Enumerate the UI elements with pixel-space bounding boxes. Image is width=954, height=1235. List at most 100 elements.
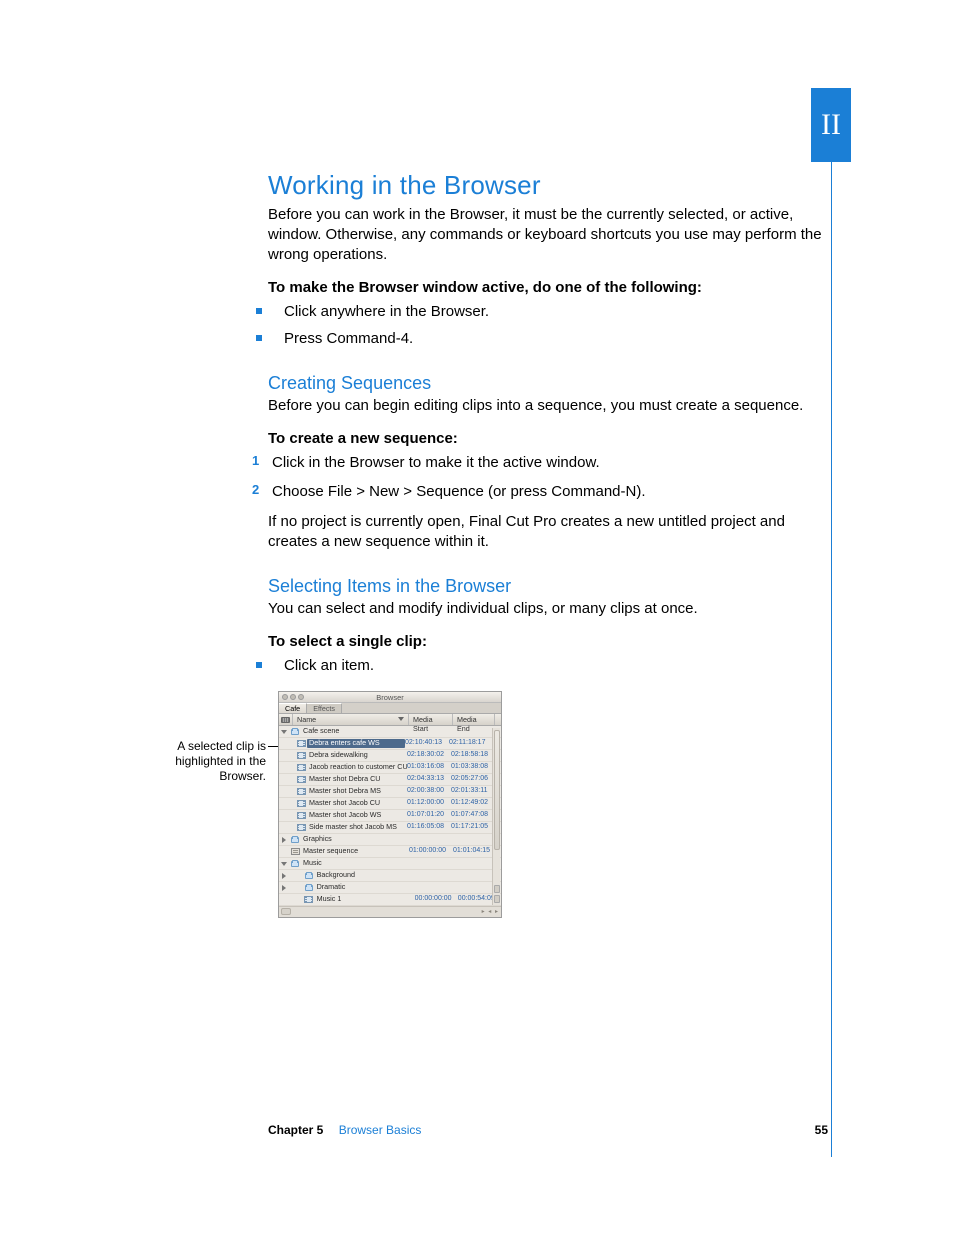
folder-icon [291, 837, 299, 843]
browser-window[interactable]: Browser Cafe Effects Name Media Start Me… [278, 691, 502, 918]
row-icon [295, 764, 307, 771]
list-item[interactable]: Master shot Debra CU02:04:33:1302:05:27:… [279, 774, 501, 786]
row-name: Master shot Jacob CU [307, 799, 407, 808]
resize-corner-icon[interactable] [281, 908, 291, 915]
row-name: Master shot Jacob WS [307, 811, 407, 820]
row-media-end: 01:12:49:02 [451, 799, 495, 807]
row-name: Debra enters cafe WS [307, 739, 405, 748]
minimize-icon[interactable] [290, 694, 296, 700]
list-item[interactable]: Music [279, 858, 501, 870]
side-rule [831, 162, 832, 1157]
clip-icon [297, 824, 306, 831]
row-icon [289, 729, 301, 735]
lead-2: To create a new sequence: [268, 430, 828, 447]
row-icon [289, 848, 301, 855]
scroll-down-icon[interactable] [494, 895, 500, 903]
row-name: Music 1 [315, 895, 415, 904]
sel-intro: You can select and modify individual cli… [268, 599, 828, 619]
close-icon[interactable] [282, 694, 288, 700]
row-media-end: 01:17:21:05 [451, 823, 495, 831]
row-name: Master sequence [301, 847, 409, 856]
step-marker-2: 2 [252, 482, 259, 499]
lead-1: To make the Browser window active, do on… [268, 279, 828, 296]
row-media-start: 02:10:40:13 [405, 739, 449, 747]
row-media-end: 01:07:47:08 [451, 811, 495, 819]
list-item[interactable]: Master shot Jacob WS01:07:01:2001:07:47:… [279, 810, 501, 822]
rows-container[interactable]: Cafe scene Debra enters cafe WS02:10:40:1… [279, 726, 501, 906]
scroll-up-icon[interactable] [494, 885, 500, 893]
disclosure[interactable] [279, 730, 289, 734]
disclosure[interactable] [279, 873, 289, 879]
callout-text: A selected clip is highlighted in the Br… [158, 739, 266, 784]
row-media-start: 02:00:38:00 [407, 787, 451, 795]
tab-cafe[interactable]: Cafe [279, 703, 307, 713]
list-item[interactable]: Jacob reaction to customer CU01:03:16:08… [279, 762, 501, 774]
heading-selecting-items: Selecting Items in the Browser [268, 576, 828, 597]
scroll-h-arrows[interactable]: ▸ ◂ ▸ [482, 909, 499, 916]
reel-icon [281, 717, 290, 723]
footer-chapter-title: Browser Basics [339, 1123, 422, 1137]
footer-page-number: 55 [815, 1123, 828, 1137]
tab-effects[interactable]: Effects [307, 703, 342, 713]
list-item[interactable]: Master shot Jacob CU01:12:00:0001:12:49:… [279, 798, 501, 810]
folder-icon [291, 861, 299, 867]
row-media-start: 02:04:33:13 [407, 775, 451, 783]
heading-creating-sequences: Creating Sequences [268, 373, 828, 394]
lead-3: To select a single clip: [268, 633, 828, 650]
list-item[interactable]: Master sequence01:00:00:0001:01:04:15 [279, 846, 501, 858]
list-item[interactable]: Dramatic [279, 882, 501, 894]
column-header[interactable]: Name Media Start Media End [279, 714, 501, 726]
window-title: Browser [376, 693, 404, 702]
column-name[interactable]: Name [293, 714, 409, 725]
disclosure[interactable] [279, 885, 289, 891]
scroll-thumb[interactable] [494, 730, 500, 850]
step-2: 2Choose File > New > Sequence (or press … [268, 482, 828, 502]
row-icon [295, 800, 307, 807]
row-icon [303, 885, 315, 891]
list-item[interactable]: Master shot Debra MS02:00:38:0002:01:33:… [279, 786, 501, 798]
disclosure[interactable] [279, 837, 289, 843]
row-media-end: 02:01:33:11 [451, 787, 495, 795]
column-media-end[interactable]: Media End [453, 714, 495, 725]
row-icon [295, 752, 307, 759]
chevron-down-icon [281, 730, 287, 734]
step-2-text: Choose File > New > Sequence (or press C… [272, 483, 646, 500]
column-media-start[interactable]: Media Start [409, 714, 453, 725]
list-item[interactable]: Side master shot Jacob MS01:16:05:0801:1… [279, 822, 501, 834]
row-icon [289, 837, 301, 843]
row-media-end: 01:03:38:08 [451, 763, 495, 771]
window-controls[interactable] [282, 694, 304, 700]
part-tab: II [811, 88, 851, 162]
row-name: Background [315, 871, 415, 880]
row-name: Debra sidewalking [307, 751, 407, 760]
scrollbar-vertical[interactable] [492, 728, 500, 905]
row-icon [295, 776, 307, 783]
clip-icon [297, 740, 306, 747]
sequence-icon [291, 848, 300, 855]
step-marker-1: 1 [252, 453, 259, 470]
column-icon-spacer [279, 714, 293, 725]
list-item[interactable]: Music 100:00:00:0000:00:54:09 [279, 894, 501, 906]
tab-bar[interactable]: Cafe Effects [279, 703, 501, 714]
list-item[interactable]: Debra enters cafe WS02:10:40:1302:11:18:… [279, 738, 501, 750]
titlebar[interactable]: Browser [279, 692, 501, 703]
row-media-start: 01:07:01:20 [407, 811, 451, 819]
row-media-start: 00:00:00:00 [415, 895, 458, 903]
bullet-click-item: Click an item. [268, 656, 828, 676]
row-icon [303, 873, 315, 879]
row-icon [295, 740, 307, 747]
zoom-icon[interactable] [298, 694, 304, 700]
row-icon [289, 861, 301, 867]
list-item[interactable]: Debra sidewalking02:18:30:0202:18:58:18 [279, 750, 501, 762]
chevron-right-icon [282, 837, 286, 843]
chevron-right-icon [282, 873, 286, 879]
clip-icon [297, 776, 306, 783]
chevron-down-icon [281, 862, 287, 866]
clip-icon [304, 896, 313, 903]
list-item[interactable]: Background [279, 870, 501, 882]
list-item[interactable]: Graphics [279, 834, 501, 846]
disclosure[interactable] [279, 862, 289, 866]
row-media-start: 01:03:16:08 [407, 763, 451, 771]
row-name: Cafe scene [301, 727, 409, 736]
clip-icon [297, 800, 306, 807]
